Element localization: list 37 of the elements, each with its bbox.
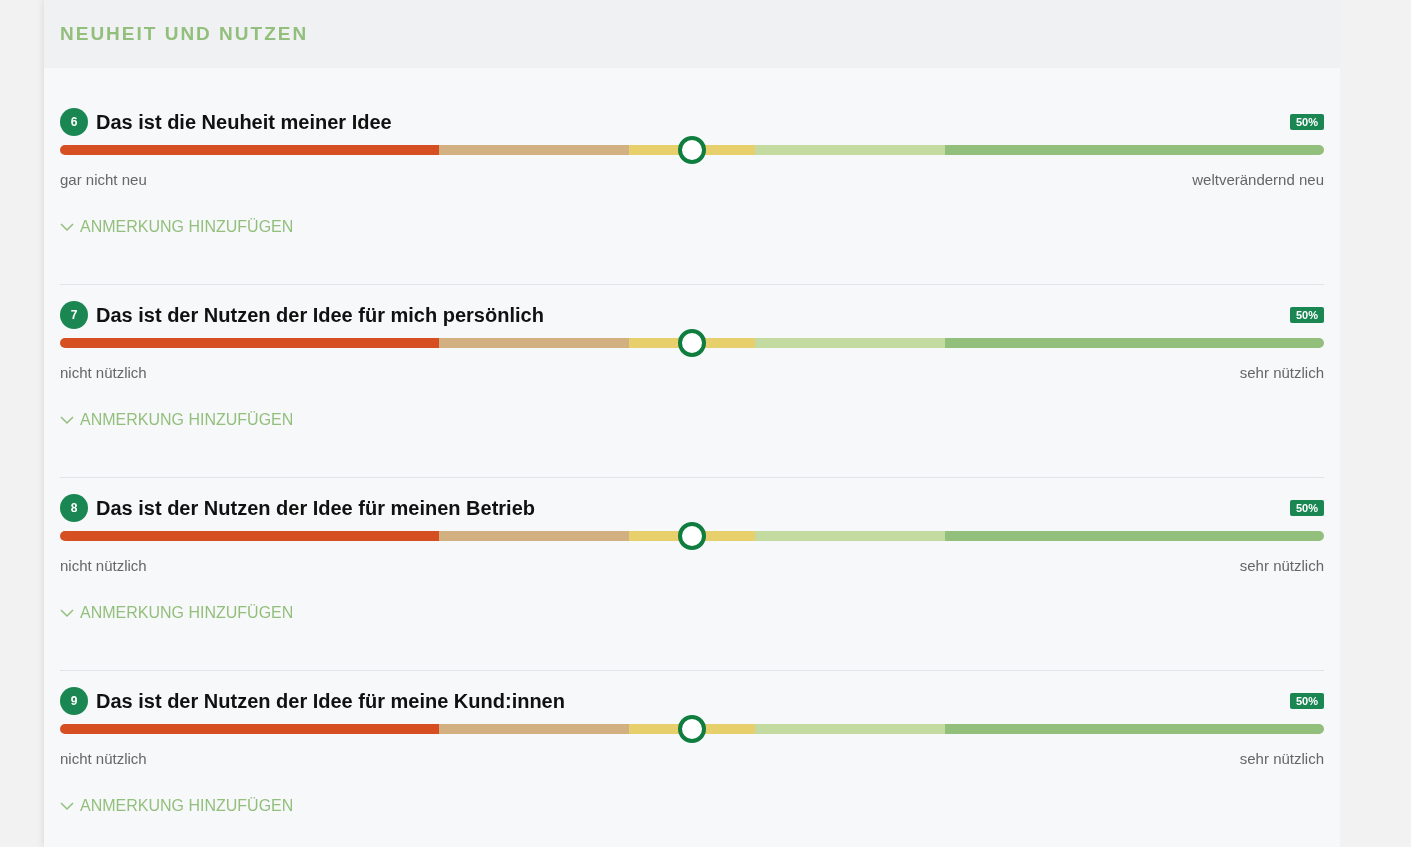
max-label: weltverändernd neu (1192, 171, 1324, 188)
slider-thumb[interactable] (678, 136, 706, 164)
add-note-link[interactable]: ANMERKUNG HINZUFÜGEN (60, 411, 294, 429)
chevron-icon (60, 608, 74, 618)
min-label: nicht nützlich (60, 750, 147, 767)
section-title: NEUHEIT UND NUTZEN (60, 23, 309, 45)
question-number: 6 (60, 108, 88, 136)
slider-thumb[interactable] (678, 329, 706, 357)
max-label: sehr nützlich (1239, 750, 1324, 767)
max-label: sehr nützlich (1239, 364, 1324, 381)
value-badge: 50% (1289, 500, 1324, 516)
min-label: nicht nützlich (60, 364, 147, 381)
rating-slider[interactable] (60, 522, 1324, 550)
chevron-icon (60, 222, 74, 232)
question-title: Das ist der Nutzen der Idee für meine Kund:innen (96, 689, 566, 713)
value-badge: 50% (1289, 114, 1324, 130)
rating-slider[interactable] (60, 136, 1324, 164)
question-number: 7 (60, 301, 88, 329)
chevron-icon (60, 415, 74, 425)
question-number: 9 (60, 687, 88, 715)
value-badge: 50% (1289, 307, 1324, 323)
question-number: 8 (60, 494, 88, 522)
value-badge: 50% (1289, 693, 1324, 709)
rating-slider[interactable] (60, 329, 1324, 357)
add-note-link[interactable]: ANMERKUNG HINZUFÜGEN (60, 797, 294, 815)
rating-slider[interactable] (60, 715, 1324, 743)
question-title: Das ist der Nutzen der Idee für meinen Betrieb (96, 496, 536, 520)
slider-thumb[interactable] (678, 715, 706, 743)
question-title: Das ist der Nutzen der Idee für mich persönlich (96, 303, 545, 327)
min-label: nicht nützlich (60, 557, 147, 574)
add-note-link[interactable]: ANMERKUNG HINZUFÜGEN (60, 604, 294, 622)
max-label: sehr nützlich (1239, 557, 1324, 574)
slider-thumb[interactable] (678, 522, 706, 550)
chevron-icon (60, 801, 74, 811)
add-note-link[interactable]: ANMERKUNG HINZUFÜGEN (60, 218, 294, 236)
min-label: gar nicht neu (60, 171, 147, 188)
question-title: Das ist die Neuheit meiner Idee (96, 110, 393, 134)
